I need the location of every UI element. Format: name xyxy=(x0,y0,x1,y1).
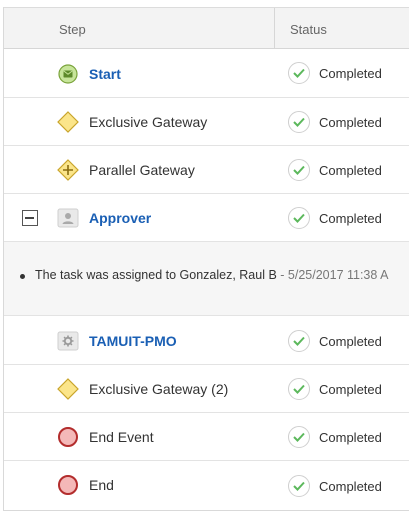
note-separator: - xyxy=(276,268,288,282)
message-start-icon xyxy=(57,63,79,85)
status-text: Completed xyxy=(319,381,382,397)
table-row: Approver Completed xyxy=(4,194,409,242)
status-cell: Completed xyxy=(288,475,382,497)
status-cell: Completed xyxy=(288,378,382,400)
exclusive-gateway-icon xyxy=(57,111,79,133)
table-row: Exclusive Gateway (2) Completed xyxy=(4,365,409,413)
status-cell: Completed xyxy=(288,159,382,181)
check-circle-icon xyxy=(288,62,310,84)
table-row: Start Completed xyxy=(4,49,409,98)
approver-details-panel: The task was assigned to Gonzalez, Raul … xyxy=(4,242,409,316)
step-link-tamuit-pmo[interactable]: TAMUIT-PMO xyxy=(89,333,177,349)
column-header-step[interactable]: Step xyxy=(59,22,86,37)
table-row: Parallel Gateway Completed xyxy=(4,146,409,194)
step-label: Exclusive Gateway (2) xyxy=(89,381,229,397)
status-text: Completed xyxy=(319,333,382,349)
check-circle-icon xyxy=(288,159,310,181)
status-text: Completed xyxy=(319,429,382,445)
status-text: Completed xyxy=(319,210,382,226)
exclusive-gateway-icon xyxy=(57,378,79,400)
status-text: Completed xyxy=(319,478,382,494)
status-text: Completed xyxy=(319,65,382,81)
bullet-point xyxy=(20,274,25,279)
table-header: Step Status xyxy=(4,7,409,49)
user-task-icon xyxy=(57,207,79,229)
status-cell: Completed xyxy=(288,330,382,352)
step-link-start[interactable]: Start xyxy=(89,66,121,82)
column-header-status[interactable]: Status xyxy=(290,22,327,37)
collapse-toggle-button[interactable] xyxy=(22,210,38,226)
check-circle-icon xyxy=(288,111,310,133)
check-circle-icon xyxy=(288,330,310,352)
table-row: End Event Completed xyxy=(4,413,409,461)
step-label: End Event xyxy=(89,429,154,445)
status-cell: Completed xyxy=(288,207,382,229)
status-cell: Completed xyxy=(288,62,382,84)
step-label: End xyxy=(89,477,114,493)
check-circle-icon xyxy=(288,426,310,448)
table-row: Exclusive Gateway Completed xyxy=(4,98,409,146)
table-row: TAMUIT-PMO Completed xyxy=(4,316,409,365)
step-label: Parallel Gateway xyxy=(89,162,195,178)
step-link-approver[interactable]: Approver xyxy=(89,210,151,226)
check-circle-icon xyxy=(288,475,310,497)
assignment-note-text: The task was assigned to Gonzalez, Raul … xyxy=(35,268,277,282)
status-text: Completed xyxy=(319,114,382,130)
status-cell: Completed xyxy=(288,426,382,448)
check-circle-icon xyxy=(288,378,310,400)
table-row: End Completed xyxy=(4,461,409,510)
step-label: Exclusive Gateway xyxy=(89,114,208,130)
workflow-steps-table: Step Status Start Completed Exclusive Ga xyxy=(3,7,409,511)
status-cell: Completed xyxy=(288,111,382,133)
end-event-icon xyxy=(57,426,79,448)
parallel-gateway-icon xyxy=(57,159,79,181)
assignment-note: The task was assigned to Gonzalez, Raul … xyxy=(35,268,388,282)
status-text: Completed xyxy=(319,162,382,178)
assignment-date: 5/25/2017 11:38 A xyxy=(287,268,389,282)
service-task-icon xyxy=(57,330,79,352)
end-event-icon xyxy=(57,474,79,496)
check-circle-icon xyxy=(288,207,310,229)
column-divider[interactable] xyxy=(274,8,275,49)
